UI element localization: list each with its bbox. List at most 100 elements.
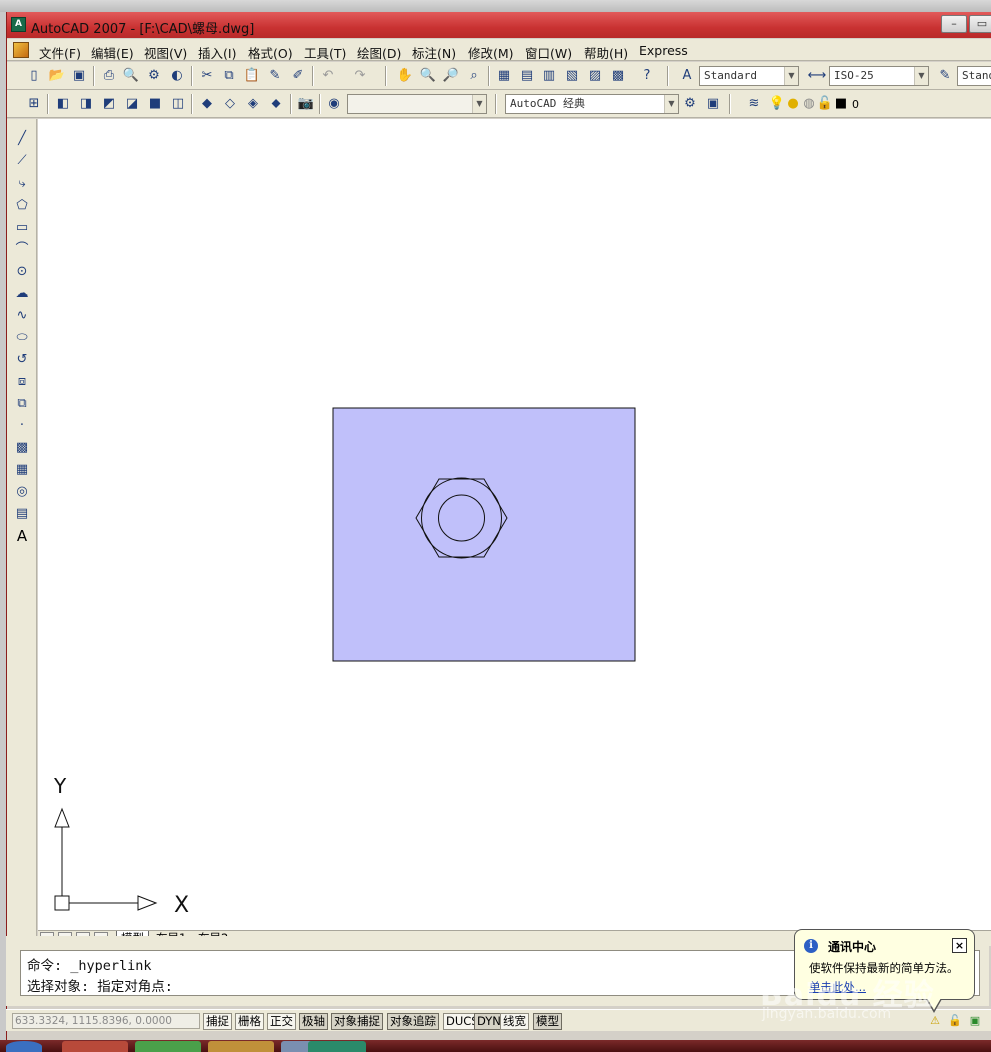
ellipse-icon[interactable]: ⬭ (12, 328, 32, 348)
left-view-icon[interactable]: ◩ (99, 94, 119, 114)
table-style-combo[interactable]: Stand (957, 66, 991, 86)
right-view-icon[interactable]: ◪ (122, 94, 142, 114)
communication-center-icon[interactable]: ⚠ (928, 1014, 942, 1028)
snap-toggle[interactable]: 捕捉 (203, 1013, 232, 1030)
menu-format[interactable]: 格式(O) (248, 43, 293, 62)
dimension-style-icon[interactable]: ⟷ (807, 66, 827, 86)
back-view-icon[interactable]: ◫ (168, 94, 188, 114)
zoom-window-icon[interactable]: 🔎 (441, 66, 461, 86)
lineweight-toggle[interactable]: 线宽 (500, 1013, 529, 1030)
nw-iso-view-icon[interactable]: ⬥ (266, 94, 286, 114)
save-icon[interactable]: ▣ (69, 66, 89, 86)
layer-name[interactable]: 0 (852, 98, 859, 111)
taskbar-app-chat[interactable] (135, 1041, 201, 1052)
cut-icon[interactable]: ✂ (197, 66, 217, 86)
publish-web-icon[interactable]: ◐ (167, 66, 187, 86)
construction-line-icon[interactable]: ⟋ (12, 151, 32, 171)
undo-icon[interactable]: ↶ (318, 66, 338, 86)
menu-dimension[interactable]: 标注(N) (412, 43, 456, 62)
dimension-style-combo[interactable]: ISO-25 ▼ (829, 66, 929, 86)
sw-iso-view-icon[interactable]: ◆ (197, 94, 217, 114)
chevron-down-icon[interactable]: ▼ (914, 67, 928, 85)
layer-manager-icon[interactable]: ≋ (744, 94, 764, 114)
gradient-icon[interactable]: ▦ (12, 460, 32, 480)
menu-view[interactable]: 视图(V) (144, 43, 187, 62)
chevron-down-icon[interactable]: ▼ (472, 95, 486, 113)
arc-icon[interactable]: ⌒ (12, 240, 32, 260)
help-icon[interactable]: ? (637, 66, 657, 86)
menu-file[interactable]: 文件(F) (39, 43, 81, 62)
redo-icon[interactable]: ↷ (350, 66, 370, 86)
zoom-realtime-icon[interactable]: 🔍 (418, 66, 438, 86)
ellipse-arc-icon[interactable]: ↺ (12, 350, 32, 370)
pan-icon[interactable]: ✋ (395, 66, 415, 86)
block-editor-icon[interactable]: ✐ (288, 66, 308, 86)
named-view-icon[interactable]: ◉ (324, 94, 344, 114)
close-icon[interactable]: × (952, 938, 967, 953)
menu-edit[interactable]: 编辑(E) (91, 43, 134, 62)
save-workspace-icon[interactable]: ▣ (703, 94, 723, 114)
match-properties-icon[interactable]: ✎ (265, 66, 285, 86)
menu-express[interactable]: Express (639, 43, 688, 58)
circle-icon[interactable]: ⊙ (12, 262, 32, 282)
lock-icon[interactable]: 🔓 (948, 1014, 962, 1028)
hatch-icon[interactable]: ▩ (12, 438, 32, 458)
zoom-previous-icon[interactable]: ⌕ (464, 66, 484, 86)
table-icon[interactable]: ▤ (12, 504, 32, 524)
object-tracking-toggle[interactable]: 对象追踪 (387, 1013, 439, 1030)
start-button[interactable] (6, 1041, 42, 1052)
layout-icon[interactable]: ⊞ (24, 94, 44, 114)
publish-icon[interactable]: ⚙ (144, 66, 164, 86)
polygon-icon[interactable]: ⬠ (12, 196, 32, 216)
point-icon[interactable]: · (12, 416, 32, 436)
menu-insert[interactable]: 插入(I) (198, 43, 236, 62)
properties-icon[interactable]: ▦ (494, 66, 514, 86)
tool-palettes-icon[interactable]: ▥ (539, 66, 559, 86)
view-combo[interactable]: ▼ (347, 94, 487, 114)
grid-toggle[interactable]: 栅格 (235, 1013, 264, 1030)
menu-tools[interactable]: 工具(T) (304, 43, 346, 62)
markup-icon[interactable]: ▨ (585, 66, 605, 86)
text-style-combo[interactable]: Standard ▼ (699, 66, 799, 86)
model-toggle[interactable]: 模型 (533, 1013, 562, 1030)
autocad-icon[interactable]: A (11, 17, 26, 32)
command-prompt-line[interactable]: 选择对象: 指定对角点: (27, 975, 173, 995)
insert-block-icon[interactable]: ⧈ (12, 372, 32, 392)
menu-help[interactable]: 帮助(H) (584, 43, 628, 62)
menu-modify[interactable]: 修改(M) (468, 43, 514, 62)
coordinate-readout[interactable]: 633.3324, 1115.8396, 0.0000 (12, 1013, 200, 1029)
sheet-set-icon[interactable]: ▧ (562, 66, 582, 86)
chevron-down-icon[interactable]: ▼ (664, 95, 678, 113)
menu-window[interactable]: 窗口(W) (525, 43, 572, 62)
ortho-toggle[interactable]: 正交 (267, 1013, 296, 1030)
document-menu-icon[interactable] (13, 42, 29, 58)
paste-icon[interactable]: 📋 (242, 66, 262, 86)
restore-icon[interactable]: ▭ (969, 15, 991, 33)
multiline-text-icon[interactable]: A (12, 526, 32, 546)
object-snap-toggle[interactable]: 对象捕捉 (331, 1013, 383, 1030)
table-style-icon[interactable]: ✎ (935, 66, 955, 86)
spline-icon[interactable]: ∿ (12, 306, 32, 326)
drawing-canvas[interactable]: Y X (38, 119, 991, 941)
workspace-settings-icon[interactable]: ⚙ (680, 94, 700, 114)
copy-icon[interactable]: ⧉ (219, 66, 239, 86)
rectangle-icon[interactable]: ▭ (12, 218, 32, 238)
clean-screen-icon[interactable]: ▣ (968, 1014, 982, 1028)
new-file-icon[interactable]: ▯ (24, 66, 44, 86)
line-icon[interactable]: ╱ (12, 129, 32, 149)
front-view-icon[interactable]: ■ (145, 94, 165, 114)
calculator-icon[interactable]: ▩ (608, 66, 628, 86)
text-style-icon[interactable]: A (677, 66, 697, 86)
print-icon[interactable]: ⎙ (99, 66, 119, 86)
minimize-icon[interactable]: – (941, 15, 967, 33)
menu-draw[interactable]: 绘图(D) (357, 43, 401, 62)
revision-cloud-icon[interactable]: ☁ (12, 284, 32, 304)
taskbar-app-browser[interactable] (62, 1041, 128, 1052)
layer-color-icon[interactable]: ■ (831, 94, 851, 114)
region-icon[interactable]: ◎ (12, 482, 32, 502)
camera-icon[interactable]: 📷 (296, 94, 316, 114)
polar-toggle[interactable]: 极轴 (299, 1013, 328, 1030)
bottom-view-icon[interactable]: ◨ (76, 94, 96, 114)
open-file-icon[interactable]: 📂 (47, 66, 67, 86)
se-iso-view-icon[interactable]: ◇ (220, 94, 240, 114)
